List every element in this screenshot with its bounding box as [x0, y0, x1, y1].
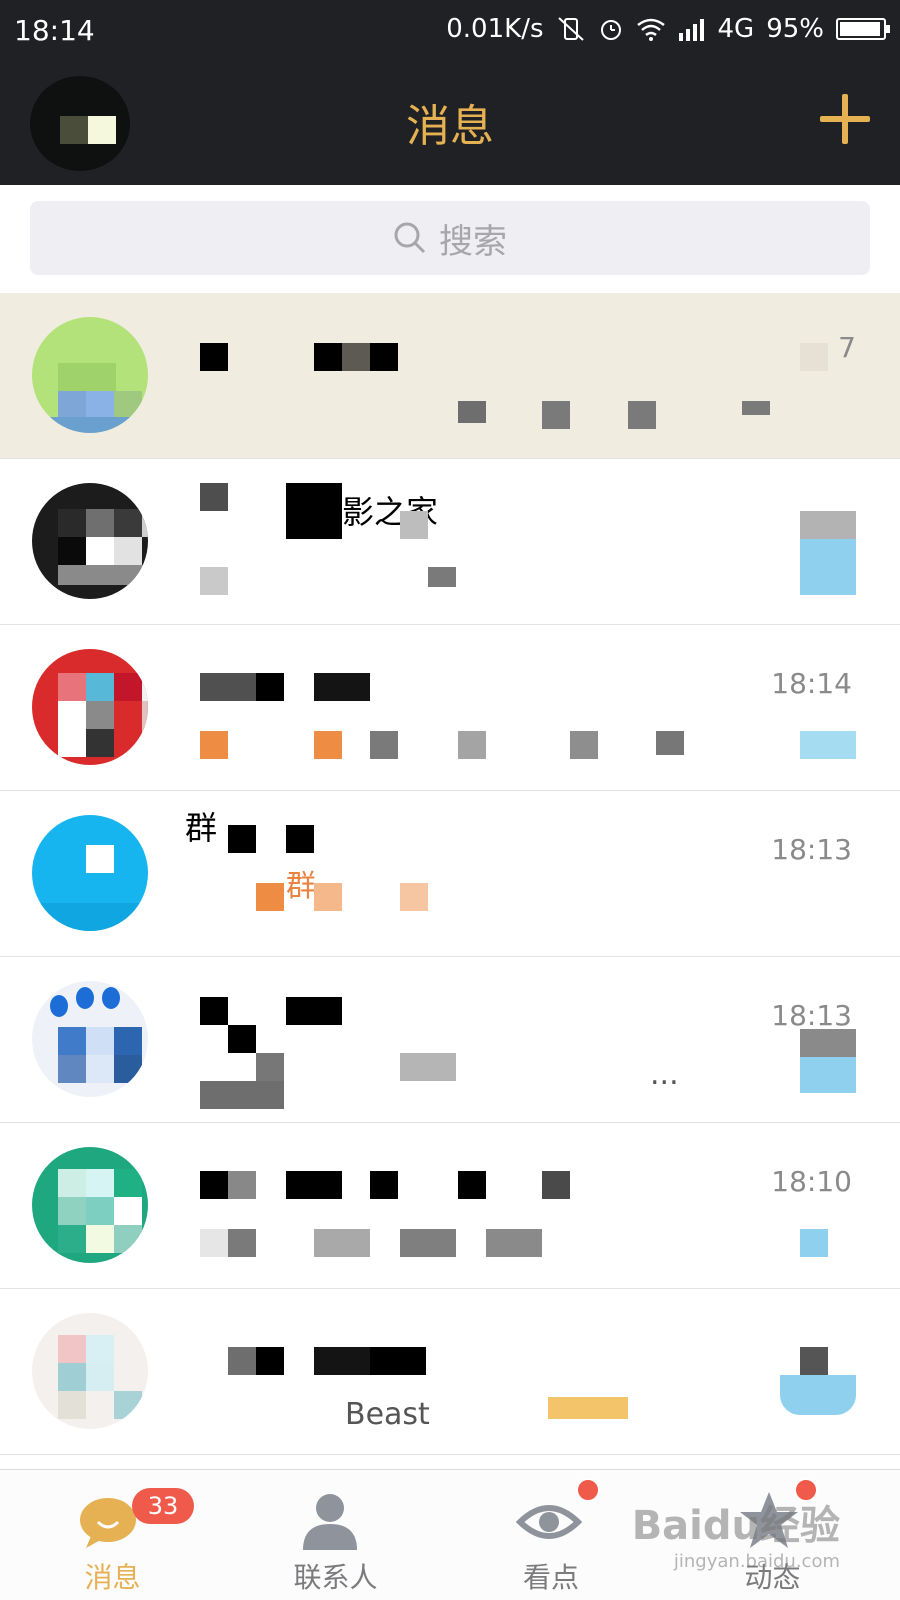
conversation-avatar — [32, 1313, 148, 1429]
conversation-time: 18:13 — [771, 999, 852, 1032]
search-placeholder: 搜索 — [439, 221, 507, 262]
conversation-row[interactable]: Beast — [0, 1289, 900, 1455]
battery-icon — [836, 18, 890, 40]
alarm-icon — [600, 20, 621, 40]
name-mosaic — [200, 343, 228, 371]
tab-messages[interactable]: 33 消息 — [0, 1470, 225, 1600]
conversation-row[interactable]: 18:10 — [0, 1123, 900, 1289]
conversation-row[interactable]: 7 — [0, 293, 900, 459]
battery-percent: 95% — [766, 14, 824, 44]
conversation-avatar — [32, 649, 148, 765]
page-title: 消息 — [406, 101, 494, 152]
conversation-time: 18:14 — [771, 667, 852, 700]
contacts-icon — [303, 1494, 357, 1550]
search-icon — [394, 222, 426, 254]
conversation-time: 7 — [838, 331, 856, 364]
conversation-avatar — [32, 981, 148, 1097]
status-time: 18:14 — [14, 14, 95, 47]
conversation-avatar — [32, 1147, 148, 1263]
bottom-nav: 33 消息 联系人 看点 动态 Baidu经验 jingyan.baidu.co… — [0, 1469, 900, 1600]
conversation-row[interactable]: 18:14 — [0, 625, 900, 791]
conversation-avatar — [32, 483, 148, 599]
conversation-time: 18:13 — [771, 833, 852, 866]
watermark: Baidu经验 jingyan.baidu.com — [632, 1493, 840, 1572]
watermark-sub: jingyan.baidu.com — [673, 1551, 840, 1572]
notification-dot — [576, 1478, 600, 1502]
conversation-preview: 群 — [286, 869, 316, 904]
tab-label: 联系人 — [293, 1561, 378, 1594]
vibrate-off-icon — [557, 17, 584, 41]
conversation-preview: Beast — [345, 1397, 430, 1432]
title-bar: 消息 — [0, 64, 900, 185]
conversation-avatar — [32, 317, 148, 433]
conversation-list: 7 影之家 18:14 群 群 18:13 ... 18:13 18:10 Be… — [0, 293, 900, 1455]
status-icons: 0.01K/s 4G 95% — [446, 14, 890, 44]
tab-contacts[interactable]: 联系人 — [225, 1470, 450, 1600]
unread-badge: 33 — [132, 1488, 194, 1524]
conversation-avatar — [32, 815, 148, 931]
tab-label: 消息 — [84, 1561, 141, 1594]
conversation-row[interactable]: 群 群 18:13 — [0, 791, 900, 957]
conversation-row[interactable]: 影之家 — [0, 459, 900, 625]
plus-icon[interactable] — [820, 94, 870, 144]
conversation-row[interactable]: ... 18:13 — [0, 957, 900, 1123]
wifi-icon — [636, 18, 665, 41]
search-input[interactable]: 搜索 — [30, 201, 870, 275]
network-speed: 0.01K/s — [446, 14, 544, 44]
eye-icon — [516, 1505, 582, 1539]
status-bar: 18:14 0.01K/s 4G 95% — [0, 0, 900, 64]
network-type: 4G — [717, 14, 755, 44]
signal-icon — [678, 19, 704, 41]
conversation-name: 群 — [185, 809, 218, 847]
watermark-main: Baidu经验 — [631, 1503, 840, 1549]
conversation-time: 18:10 — [771, 1165, 852, 1198]
search-section: 搜索 — [0, 185, 900, 293]
conversation-preview: ... — [650, 1057, 679, 1092]
